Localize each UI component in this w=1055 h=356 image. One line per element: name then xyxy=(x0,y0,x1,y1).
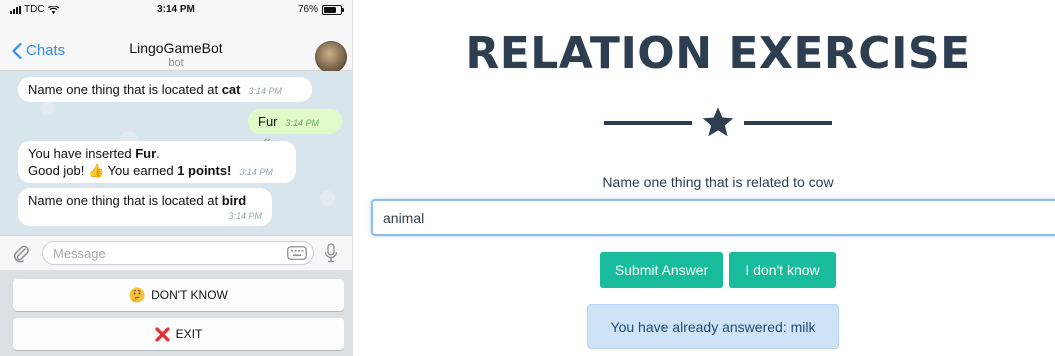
telegram-phone-screen: TDC 3:14 PM 76% Chats LingoGameBot bot N… xyxy=(0,0,353,356)
bot-reply-keyboard: DON'T KNOW EXIT xyxy=(0,270,352,356)
thumbs-up-icon: 👍 xyxy=(88,163,105,178)
message-time: 3:14 PM xyxy=(228,211,262,221)
keyboard-icon[interactable] xyxy=(287,246,307,260)
page-title: RELATION EXERCISE xyxy=(465,28,971,79)
microphone-icon[interactable] xyxy=(324,243,338,263)
question-label: Name one thing that is related to cow xyxy=(602,174,834,190)
message-list[interactable]: Name one thing that is located at cat 3:1… xyxy=(0,71,352,235)
dont-know-button[interactable]: I don't know xyxy=(729,252,836,288)
chat-subtitle: bot xyxy=(168,57,184,69)
star-icon xyxy=(702,107,734,137)
message-composer xyxy=(0,235,352,271)
list-item[interactable]: You have inserted Fur. Good job! 👍 You e… xyxy=(18,141,296,183)
relation-exercise-page: RELATION EXERCISE Name one thing that is… xyxy=(360,0,1055,356)
chat-title: LingoGameBot xyxy=(129,40,223,56)
avatar[interactable] xyxy=(315,41,347,73)
list-item[interactable]: Name one thing that is located at cat 3:1… xyxy=(18,77,312,102)
divider-line-left xyxy=(604,121,692,125)
already-answered-alert: You have already answered: milk xyxy=(587,304,839,349)
star-divider xyxy=(604,104,832,140)
list-item[interactable]: Name one thing that is located at bird 3… xyxy=(18,188,272,226)
exit-keyboard-button[interactable]: EXIT xyxy=(13,318,344,350)
battery-icon xyxy=(322,4,344,15)
paperclip-icon[interactable] xyxy=(12,243,30,263)
message-time: 3:14 PM xyxy=(239,167,273,177)
submit-answer-button[interactable]: Submit Answer xyxy=(600,252,723,288)
message-time: 3:14 PM xyxy=(285,118,320,128)
dont-know-keyboard-button[interactable]: DON'T KNOW xyxy=(13,279,344,311)
message-time: 3:14 PM xyxy=(248,86,283,96)
divider-line-right xyxy=(744,121,832,125)
list-item[interactable]: Fur 3:14 PM xyxy=(248,109,342,145)
battery-percent: 76% xyxy=(297,4,318,15)
dont-know-label: DON'T KNOW xyxy=(151,288,228,302)
thinking-face-icon xyxy=(129,287,145,303)
status-bar: TDC 3:14 PM 76% xyxy=(0,0,352,20)
chat-header: Chats LingoGameBot bot xyxy=(0,20,352,73)
message-input[interactable] xyxy=(42,241,314,265)
red-x-icon xyxy=(155,326,170,342)
answer-input[interactable] xyxy=(371,199,1055,236)
exit-label: EXIT xyxy=(175,327,203,341)
